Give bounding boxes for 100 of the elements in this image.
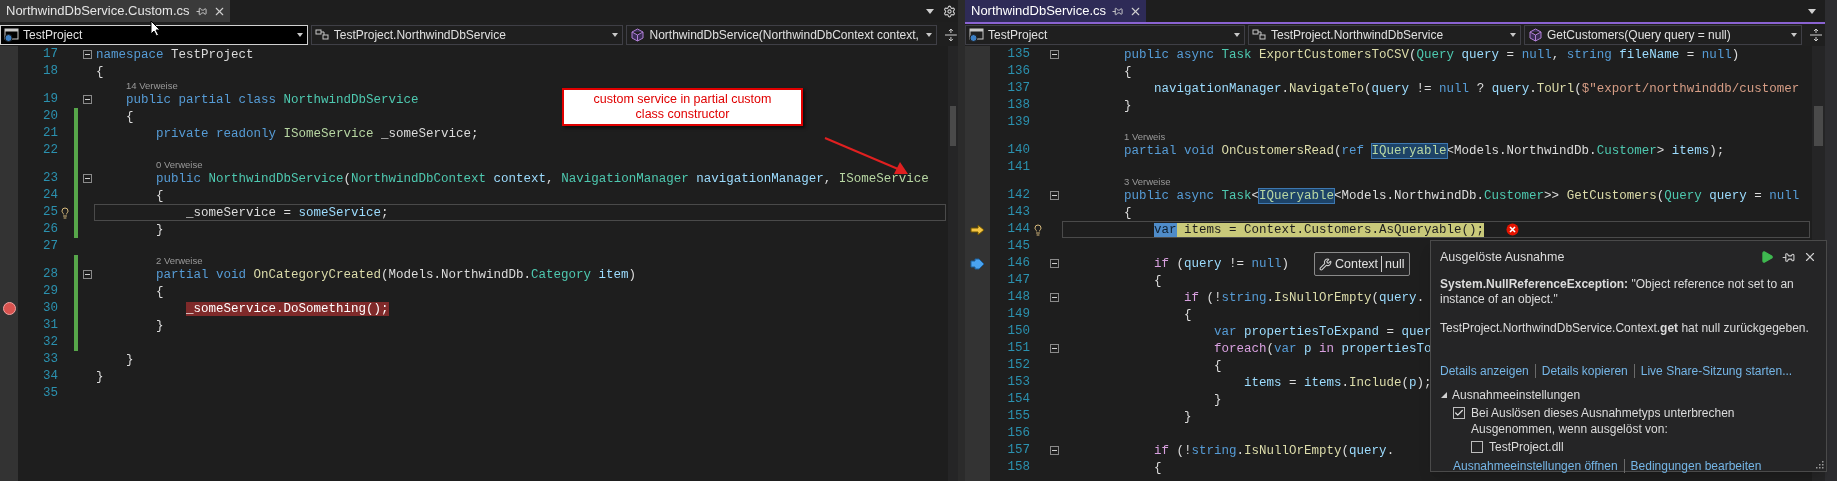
- line-number: 137: [1007, 82, 1030, 95]
- code-line: if (!string.IsNullOrEmpty(query.: [1184, 289, 1425, 306]
- popup-link[interactable]: Details anzeigen: [1440, 362, 1529, 380]
- scrollbar-thumb[interactable]: [1814, 106, 1823, 146]
- close-icon[interactable]: [1803, 250, 1817, 264]
- code-line: var propertiesToExpand = quer: [1214, 323, 1432, 340]
- continue-button[interactable]: [1760, 250, 1774, 264]
- scrollbar[interactable]: [948, 46, 958, 481]
- tab-list-icon[interactable]: [925, 6, 935, 16]
- checkbox[interactable]: [1471, 440, 1483, 453]
- line-number: 135: [1007, 48, 1030, 61]
- code-line: {: [1124, 204, 1132, 221]
- pin-icon[interactable]: [195, 5, 207, 17]
- popup-link[interactable]: Live Share-Sitzung starten...: [1640, 362, 1793, 380]
- section-title: Ausnahmeeinstellungen: [1452, 387, 1581, 404]
- code-line: }: [126, 351, 134, 368]
- code-line: partial void OnCustomersRead(ref IQueryable<Models.NorthwindDb.Customer> items);: [1124, 142, 1725, 159]
- line-number: 156: [1007, 427, 1030, 440]
- collapse-toggle[interactable]: [82, 174, 92, 183]
- collapse-toggle[interactable]: [82, 50, 92, 59]
- pin-icon[interactable]: [1112, 5, 1124, 17]
- references-link[interactable]: 14 Verweise: [126, 80, 178, 91]
- code-line: if (!string.IsNullOrEmpty(query.: [1154, 442, 1395, 459]
- popup-title: Ausgelöste Ausnahme: [1440, 248, 1565, 266]
- references-link[interactable]: 0 Verweise: [156, 159, 203, 170]
- code-line: {: [1154, 272, 1162, 289]
- variable-value[interactable]: null: [1385, 254, 1405, 274]
- lightbulb-icon[interactable]: [59, 206, 71, 219]
- project-icon: [969, 28, 984, 42]
- checkbox[interactable]: [1453, 406, 1465, 419]
- line-number: 145: [1007, 240, 1030, 253]
- breakpoint-icon[interactable]: [2, 302, 16, 315]
- project-icon: [4, 28, 19, 42]
- wrench-icon: [1319, 257, 1332, 271]
- line-number: 157: [1007, 444, 1030, 457]
- code-line: {: [156, 187, 164, 204]
- line-number: 22: [43, 144, 58, 157]
- line-number: 24: [43, 189, 58, 202]
- code-line: {: [1154, 459, 1162, 476]
- line-number: 17: [43, 48, 58, 61]
- tab-list-icon[interactable]: [1807, 6, 1817, 16]
- settings-icon[interactable]: [943, 4, 956, 18]
- file-tab[interactable]: NorthwindDbService.cs: [965, 0, 1147, 22]
- navigation-dropdown[interactable]: TestProject: [0, 25, 308, 45]
- resize-grip-icon[interactable]: [1816, 461, 1824, 469]
- line-number: 35: [43, 387, 58, 400]
- collapse-toggle[interactable]: [82, 270, 92, 279]
- code-line: var items = Context.Customers.AsQueryable();: [1154, 221, 1485, 238]
- line-number: 30: [43, 302, 58, 315]
- line-number: 32: [43, 336, 58, 349]
- code-line: navigationManager.NavigateTo(query != null ? query.ToUrl($"export/northwinddb/customer: [1154, 80, 1800, 97]
- checkbox-label: TestProject.dll: [1489, 438, 1564, 456]
- exceptions-label: Ausgenommen, wenn ausgelöst von:: [1470, 421, 1669, 438]
- line-number: 158: [1007, 461, 1030, 474]
- popup-link[interactable]: Details kopieren: [1541, 362, 1628, 380]
- cube-icon: [1528, 28, 1543, 42]
- navigation-dropdown[interactable]: GetCustomers(Query query = null): [1524, 25, 1802, 45]
- line-number: 155: [1007, 410, 1030, 423]
- split-view-icon[interactable]: [1809, 28, 1823, 42]
- references-link[interactable]: 3 Verweise: [1124, 176, 1171, 187]
- line-number: 142: [1007, 189, 1030, 202]
- caret-icon: [1790, 31, 1798, 39]
- code-line: {: [1124, 63, 1132, 80]
- navigation-dropdown[interactable]: TestProject: [965, 25, 1245, 45]
- caret-icon: [925, 31, 934, 39]
- references-link[interactable]: 2 Verweise: [156, 255, 203, 266]
- code-line: items = items.Include(p);: [1244, 374, 1432, 391]
- lightbulb-icon[interactable]: [1032, 223, 1044, 236]
- split-view-icon[interactable]: [944, 28, 958, 42]
- collapse-toggle[interactable]: [1049, 191, 1059, 200]
- navigation-dropdown[interactable]: NorthwindDbService(NorthwindDbContext context,: [626, 25, 938, 45]
- scrollbar-thumb[interactable]: [950, 106, 956, 146]
- popup-link[interactable]: Bedingungen bearbeiten: [1630, 457, 1762, 475]
- code-line: {: [126, 108, 134, 125]
- exception-message: System.NullReferenceException: "Object reference not set to an instance of an object.": [1440, 277, 1795, 307]
- variable-name: Context: [1335, 255, 1379, 273]
- code-line: {: [1214, 357, 1222, 374]
- collapse-toggle[interactable]: [82, 95, 92, 104]
- references-link[interactable]: 1 Verweis: [1124, 131, 1166, 142]
- line-number: 34: [43, 370, 58, 383]
- navigation-dropdown[interactable]: TestProject.NorthwindDbService: [1248, 25, 1521, 45]
- popup-link[interactable]: Ausnahmeeinstellungen öffnen: [1453, 457, 1618, 475]
- line-number: 149: [1007, 308, 1030, 321]
- code-line: {: [156, 283, 164, 300]
- line-number: 29: [43, 285, 58, 298]
- line-number: 144: [1007, 223, 1030, 236]
- line-number: 25: [43, 206, 58, 219]
- line-number: 21: [43, 127, 58, 140]
- collapse-toggle[interactable]: [1049, 50, 1059, 59]
- code-line: partial void OnCategoryCreated(Models.NorthwindDb.Category item): [156, 266, 637, 283]
- navigation-dropdown[interactable]: TestProject.NorthwindDbService: [310, 25, 624, 45]
- collapse-toggle[interactable]: [1049, 293, 1059, 302]
- collapse-toggle[interactable]: [1049, 344, 1059, 353]
- code-line: }: [1124, 97, 1132, 114]
- expand-toggle-icon[interactable]: [1440, 391, 1448, 399]
- collapse-toggle[interactable]: [1049, 259, 1059, 268]
- file-tab[interactable]: NorthwindDbService.Custom.cs: [0, 0, 230, 22]
- collapse-toggle[interactable]: [1049, 446, 1059, 455]
- pin-icon[interactable]: [1782, 250, 1795, 264]
- cube-icon: [630, 28, 646, 42]
